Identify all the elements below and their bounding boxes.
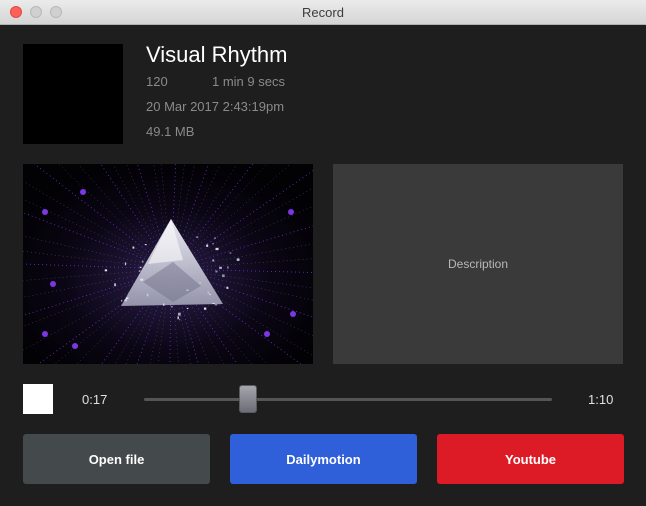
video-preview-image bbox=[23, 164, 313, 364]
track-thumbnail bbox=[23, 44, 123, 144]
video-preview[interactable] bbox=[23, 164, 313, 364]
total-time: 1:10 bbox=[588, 392, 614, 407]
window-title: Record bbox=[302, 5, 344, 20]
stop-button[interactable] bbox=[23, 384, 53, 414]
track-title: Visual Rhythm bbox=[146, 42, 288, 67]
seek-slider-handle[interactable] bbox=[239, 385, 258, 413]
open-file-button[interactable]: Open file bbox=[23, 434, 210, 484]
dailymotion-button[interactable]: Dailymotion bbox=[230, 434, 417, 484]
title-bar[interactable]: Record bbox=[0, 0, 646, 25]
track-bpm: 120 bbox=[146, 74, 168, 89]
track-duration: 1 min 9 secs bbox=[212, 74, 285, 89]
description-panel[interactable]: Description bbox=[333, 164, 623, 364]
current-time: 0:17 bbox=[82, 392, 108, 407]
youtube-button[interactable]: Youtube bbox=[437, 434, 624, 484]
track-file-size: 49.1 MB bbox=[146, 124, 195, 139]
seek-slider-track[interactable] bbox=[144, 398, 552, 401]
record-window: Record Visual Rhythm 120 1 min 9 secs 20… bbox=[0, 0, 646, 506]
track-date: 20 Mar 2017 2:43:19pm bbox=[146, 99, 285, 114]
